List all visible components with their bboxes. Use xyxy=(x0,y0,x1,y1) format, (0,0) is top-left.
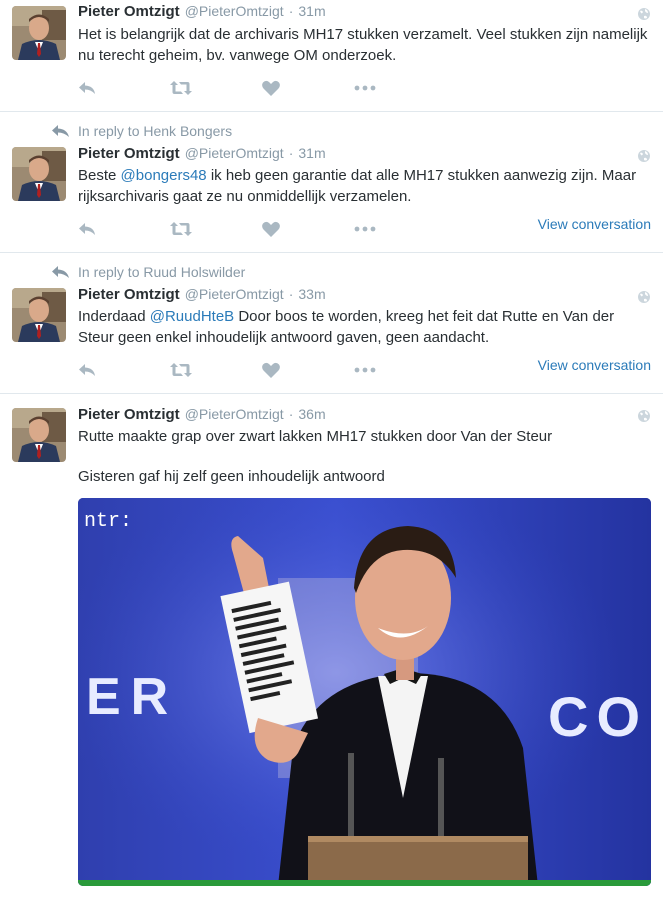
reply-icon xyxy=(78,81,96,95)
retweet-button[interactable] xyxy=(170,219,262,239)
tweet[interactable]: In reply to Henk Bongers Pieter Omtzigt … xyxy=(0,112,663,253)
like-button[interactable] xyxy=(262,219,354,239)
retweet-button[interactable] xyxy=(170,360,262,380)
retweet-button[interactable] xyxy=(170,78,262,98)
globe-icon xyxy=(637,409,651,423)
avatar[interactable] xyxy=(12,147,66,201)
view-conversation-link[interactable]: View conversation xyxy=(538,216,651,232)
tweet-text: Het is belangrijk dat de archivaris MH17… xyxy=(78,26,648,64)
more-button[interactable] xyxy=(354,219,446,239)
tweet-header: Pieter Omtzigt @PieterOmtzigt · 36m xyxy=(78,406,326,423)
heart-icon xyxy=(262,221,280,237)
retweet-icon xyxy=(170,363,192,377)
tweet[interactable]: Pieter Omtzigt @PieterOmtzigt · 31m Het … xyxy=(0,0,663,112)
reply-icon xyxy=(78,222,96,236)
author-handle[interactable]: @PieterOmtzigt xyxy=(185,286,284,302)
retweet-icon xyxy=(170,222,192,236)
tweet-actions xyxy=(78,360,446,380)
more-button[interactable] xyxy=(354,360,446,380)
tweet-text-line: Rutte maakte grap over zwart lakken MH17… xyxy=(78,428,553,445)
heart-icon xyxy=(262,80,280,96)
author-handle[interactable]: @PieterOmtzigt xyxy=(185,145,284,161)
broadcaster-watermark: ntr: xyxy=(84,510,132,533)
in-reply-to[interactable]: In reply to Henk Bongers xyxy=(52,123,232,139)
avatar[interactable] xyxy=(12,408,66,462)
tweet-header: Pieter Omtzigt @PieterOmtzigt · 31m xyxy=(78,145,326,162)
reply-arrow-icon xyxy=(52,125,70,137)
separator-dot: · xyxy=(288,3,294,19)
in-reply-to[interactable]: In reply to Ruud Holswilder xyxy=(52,264,245,280)
photo-illustration: ER CO ntr: xyxy=(78,498,651,886)
tweet-header: Pieter Omtzigt @PieterOmtzigt · 33m xyxy=(78,286,326,303)
more-button[interactable] xyxy=(354,78,446,98)
reply-button[interactable] xyxy=(78,78,170,98)
separator-dot: · xyxy=(288,406,294,422)
avatar[interactable] xyxy=(12,6,66,60)
tweet-header: Pieter Omtzigt @PieterOmtzigt · 31m xyxy=(78,3,326,20)
backdrop-letters-left: ER xyxy=(86,668,178,726)
author-name[interactable]: Pieter Omtzigt xyxy=(78,145,180,162)
globe-icon xyxy=(637,7,651,21)
text-segment: Inderdaad xyxy=(78,308,150,325)
tweet-timestamp[interactable]: 31m xyxy=(298,145,325,161)
tweet[interactable]: Pieter Omtzigt @PieterOmtzigt · 36m Rutt… xyxy=(0,394,663,900)
mention-link[interactable]: @RuudHteB xyxy=(150,308,234,325)
author-name[interactable]: Pieter Omtzigt xyxy=(78,406,180,423)
view-conversation-link[interactable]: View conversation xyxy=(538,357,651,373)
author-name[interactable]: Pieter Omtzigt xyxy=(78,3,180,20)
tweet-text: Beste @bongers48 ik heb geen garantie da… xyxy=(78,165,653,207)
reply-icon xyxy=(78,363,96,377)
author-name[interactable]: Pieter Omtzigt xyxy=(78,286,180,303)
more-dots-icon xyxy=(354,226,376,232)
heart-icon xyxy=(262,362,280,378)
reply-arrow-icon xyxy=(52,266,70,278)
retweet-icon xyxy=(170,81,192,95)
like-button[interactable] xyxy=(262,78,354,98)
tweet-text: Inderdaad @RuudHteB Door boos te worden,… xyxy=(78,306,653,348)
more-dots-icon xyxy=(354,367,376,373)
globe-icon xyxy=(637,290,651,304)
tweet[interactable]: In reply to Ruud Holswilder Pieter Omtzi… xyxy=(0,253,663,394)
tweet-text-line: Gisteren gaf hij zelf geen inhoudelijk a… xyxy=(78,468,385,485)
in-reply-to-label[interactable]: In reply to Henk Bongers xyxy=(78,123,232,139)
separator-dot: · xyxy=(288,145,294,161)
reply-button[interactable] xyxy=(78,360,170,380)
avatar[interactable] xyxy=(12,288,66,342)
backdrop-letters-right: CO xyxy=(548,685,648,748)
globe-icon xyxy=(637,149,651,163)
tweet-timestamp[interactable]: 33m xyxy=(298,286,325,302)
separator-dot: · xyxy=(288,286,294,302)
tweet-timestamp[interactable]: 31m xyxy=(298,3,325,19)
tweet-timestamp[interactable]: 36m xyxy=(298,406,325,422)
more-dots-icon xyxy=(354,85,376,91)
text-segment: Beste xyxy=(78,167,121,184)
mention-link[interactable]: @bongers48 xyxy=(121,167,207,184)
tweet-actions xyxy=(78,78,446,98)
author-handle[interactable]: @PieterOmtzigt xyxy=(185,3,284,19)
author-handle[interactable]: @PieterOmtzigt xyxy=(185,406,284,422)
tweet-actions xyxy=(78,219,446,239)
reply-button[interactable] xyxy=(78,219,170,239)
like-button[interactable] xyxy=(262,360,354,380)
tweet-photo[interactable]: ER CO ntr: xyxy=(78,498,651,886)
in-reply-to-label[interactable]: In reply to Ruud Holswilder xyxy=(78,264,245,280)
